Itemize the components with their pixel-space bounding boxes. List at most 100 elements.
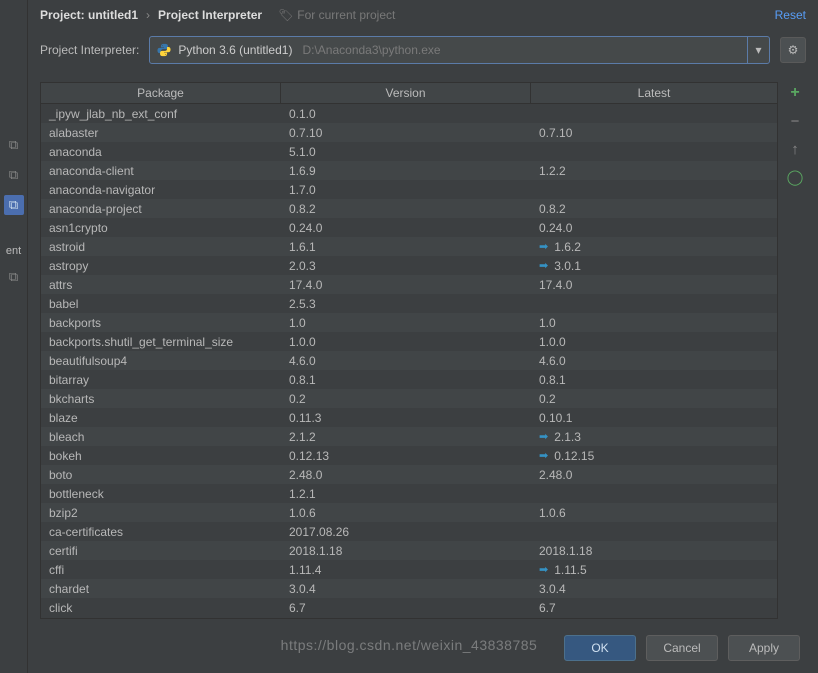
cell-latest: ➡1.11.5 bbox=[531, 563, 777, 577]
cell-version: 2.1.2 bbox=[281, 430, 531, 444]
remove-package-button[interactable]: − bbox=[784, 110, 806, 132]
cell-latest: 1.2.2 bbox=[531, 164, 777, 178]
reset-link[interactable]: Reset bbox=[775, 8, 806, 22]
cell-version: 0.12.13 bbox=[281, 449, 531, 463]
tag-icon: 🏷 bbox=[278, 8, 293, 22]
table-row[interactable]: babel2.5.3 bbox=[41, 294, 777, 313]
table-row[interactable]: bitarray0.8.10.8.1 bbox=[41, 370, 777, 389]
table-row[interactable]: alabaster0.7.100.7.10 bbox=[41, 123, 777, 142]
cell-package: click bbox=[41, 601, 281, 615]
cell-package: bzip2 bbox=[41, 506, 281, 520]
cell-version: 2.48.0 bbox=[281, 468, 531, 482]
table-row[interactable]: asn1crypto0.24.00.24.0 bbox=[41, 218, 777, 237]
cell-latest: 2.48.0 bbox=[531, 468, 777, 482]
cell-package: bkcharts bbox=[41, 392, 281, 406]
table-row[interactable]: backports.shutil_get_terminal_size1.0.01… bbox=[41, 332, 777, 351]
cell-version: 6.7 bbox=[281, 601, 531, 615]
cell-package: asn1crypto bbox=[41, 221, 281, 235]
table-row[interactable]: bkcharts0.20.2 bbox=[41, 389, 777, 408]
cell-package: chardet bbox=[41, 582, 281, 596]
rail-icon-3[interactable]: ⧉ bbox=[4, 195, 24, 215]
table-row[interactable]: certifi2018.1.182018.1.18 bbox=[41, 541, 777, 560]
packages-table-body[interactable]: _ipyw_jlab_nb_ext_conf0.1.0 alabaster 0.7.… bbox=[40, 104, 778, 619]
table-row[interactable]: ca-certificates2017.08.26 bbox=[41, 522, 777, 541]
cell-package: backports bbox=[41, 316, 281, 330]
add-package-button[interactable]: + bbox=[784, 82, 806, 104]
cell-package: beautifulsoup4 bbox=[41, 354, 281, 368]
cell-package: backports.shutil_get_terminal_size bbox=[41, 335, 281, 349]
cell-version: 1.11.4 bbox=[281, 563, 531, 577]
table-row[interactable]: backports1.01.0 bbox=[41, 313, 777, 332]
gear-button[interactable]: ⚙ bbox=[780, 37, 806, 63]
chevron-down-icon[interactable]: ▾ bbox=[747, 37, 769, 63]
cell-package: babel bbox=[41, 297, 281, 311]
table-row[interactable]: click6.76.7 bbox=[41, 598, 777, 617]
cancel-button[interactable]: Cancel bbox=[646, 635, 718, 661]
rail-icon-4[interactable]: ⧉ bbox=[4, 267, 24, 287]
header-latest[interactable]: Latest bbox=[531, 83, 777, 103]
breadcrumb-separator: › bbox=[146, 8, 150, 22]
table-row[interactable]: beautifulsoup44.6.04.6.0 bbox=[41, 351, 777, 370]
cell-latest: 0.7.10 bbox=[531, 126, 777, 140]
table-row[interactable]: astropy2.0.3➡3.0.1 bbox=[41, 256, 777, 275]
cell-latest: 1.0.6 bbox=[531, 506, 777, 520]
cell-latest: 0.2 bbox=[531, 392, 777, 406]
cell-package: bitarray bbox=[41, 373, 281, 387]
cell-latest: 0.24.0 bbox=[531, 221, 777, 235]
table-row[interactable]: anaconda-project0.8.20.8.2 bbox=[41, 199, 777, 218]
update-available-icon: ➡ bbox=[539, 449, 548, 462]
header-version[interactable]: Version bbox=[281, 83, 531, 103]
cell-version: 1.6.1 bbox=[281, 240, 531, 254]
breadcrumb-project[interactable]: Project: untitled1 bbox=[40, 8, 138, 22]
table-row[interactable]: cffi1.11.4➡1.11.5 bbox=[41, 560, 777, 579]
cell-latest: 3.0.4 bbox=[531, 582, 777, 596]
rail-icon-2[interactable]: ⧉ bbox=[4, 165, 24, 185]
cell-version: 0.2 bbox=[281, 392, 531, 406]
table-row[interactable]: boto2.48.02.48.0 bbox=[41, 465, 777, 484]
cell-version: 4.6.0 bbox=[281, 354, 531, 368]
update-available-icon: ➡ bbox=[539, 563, 548, 576]
cell-version: 0.8.1 bbox=[281, 373, 531, 387]
cell-latest: ➡1.6.2 bbox=[531, 240, 777, 254]
cell-package: bleach bbox=[41, 430, 281, 444]
cell-latest: ➡0.12.15 bbox=[531, 449, 777, 463]
header-package[interactable]: Package bbox=[41, 83, 281, 103]
cell-package: anaconda-client bbox=[41, 164, 281, 178]
ok-button[interactable]: OK bbox=[564, 635, 636, 661]
cell-latest: 17.4.0 bbox=[531, 278, 777, 292]
cell-package: alabaster bbox=[41, 126, 281, 140]
table-row[interactable]: anaconda-navigator1.7.0 bbox=[41, 180, 777, 199]
cell-version: 0.8.2 bbox=[281, 202, 531, 216]
table-row[interactable]: chardet3.0.43.0.4 bbox=[41, 579, 777, 598]
table-row[interactable]: bottleneck1.2.1 bbox=[41, 484, 777, 503]
cell-latest: ➡2.1.3 bbox=[531, 430, 777, 444]
cell-latest: 0.8.2 bbox=[531, 202, 777, 216]
table-row[interactable]: bokeh0.12.13➡0.12.15 bbox=[41, 446, 777, 465]
cell-latest: 6.7 bbox=[531, 601, 777, 615]
table-row[interactable]: blaze0.11.30.10.1 bbox=[41, 408, 777, 427]
table-row[interactable]: bzip21.0.61.0.6 bbox=[41, 503, 777, 522]
cell-package: blaze bbox=[41, 411, 281, 425]
cell-version: 1.6.9 bbox=[281, 164, 531, 178]
cell-version: 1.7.0 bbox=[281, 183, 531, 197]
table-row[interactable]: anaconda5.1.0 bbox=[41, 142, 777, 161]
show-early-releases-button[interactable]: ◯ bbox=[784, 166, 806, 188]
table-row[interactable]: anaconda-client1.6.91.2.2 bbox=[41, 161, 777, 180]
rail-icon-1[interactable]: ⧉ bbox=[4, 135, 24, 155]
table-row[interactable]: astroid1.6.1➡1.6.2 bbox=[41, 237, 777, 256]
packages-table-header: Package Version Latest bbox=[40, 82, 778, 104]
cell-package: ca-certificates bbox=[41, 525, 281, 539]
table-row[interactable]: _ipyw_jlab_nb_ext_conf0.1.0 bbox=[41, 104, 777, 123]
breadcrumb-page[interactable]: Project Interpreter bbox=[158, 8, 262, 22]
cell-version: 3.0.4 bbox=[281, 582, 531, 596]
upgrade-package-button[interactable]: ↑ bbox=[784, 138, 806, 160]
cell-version: 17.4.0 bbox=[281, 278, 531, 292]
apply-button[interactable]: Apply bbox=[728, 635, 800, 661]
breadcrumb-hint: 🏷 For current project bbox=[278, 8, 395, 22]
table-row[interactable]: bleach2.1.2➡2.1.3 bbox=[41, 427, 777, 446]
cell-version: 5.1.0 bbox=[281, 145, 531, 159]
cell-version: 2.5.3 bbox=[281, 297, 531, 311]
interpreter-dropdown[interactable]: Python 3.6 (untitled1) D:\Anaconda3\pyth… bbox=[149, 36, 770, 64]
table-row[interactable]: attrs17.4.017.4.0 bbox=[41, 275, 777, 294]
cell-package: anaconda bbox=[41, 145, 281, 159]
